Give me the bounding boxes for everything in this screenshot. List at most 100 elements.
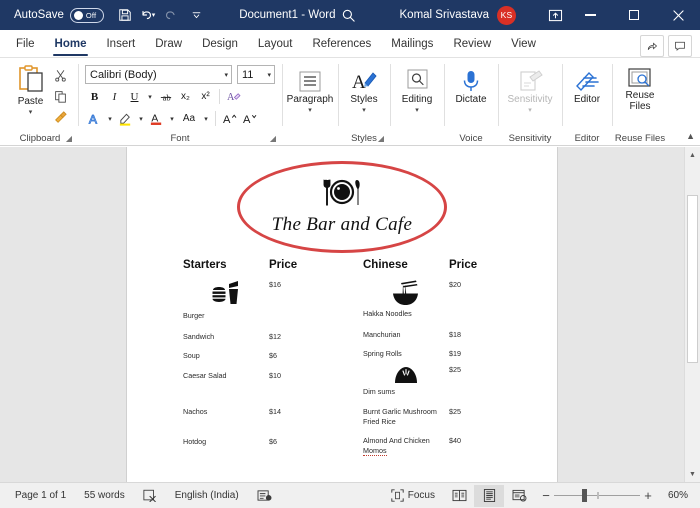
zoom-slider[interactable]: − + [538, 488, 656, 503]
tab-review[interactable]: Review [443, 31, 501, 57]
share-icon[interactable] [640, 35, 664, 57]
tab-view[interactable]: View [501, 31, 546, 57]
autosave-toggle[interactable]: Off [70, 8, 104, 23]
item-name: Spring Rolls [363, 349, 449, 359]
tab-insert[interactable]: Insert [96, 31, 145, 57]
tab-design[interactable]: Design [192, 31, 248, 57]
tab-mailings[interactable]: Mailings [381, 31, 443, 57]
font-name-caret-icon[interactable]: ▾ [224, 71, 228, 79]
font-color-icon[interactable]: A [147, 109, 166, 128]
language-indicator[interactable]: English (India) [166, 483, 248, 508]
editing-dropdown-caret[interactable]: ▾ [415, 107, 419, 114]
zoom-slider-thumb[interactable] [582, 489, 587, 502]
tab-draw[interactable]: Draw [145, 31, 192, 57]
font-group-body: Calibri (Body) ▾ 11 ▾ B I U ▾ ab [85, 61, 275, 130]
clear-formatting-icon[interactable]: A [224, 87, 243, 106]
shrink-font-icon[interactable]: A [240, 109, 259, 128]
clipboard-dialog-launcher-icon[interactable]: ◢ [66, 134, 72, 143]
font-color-caret-icon[interactable]: ▾ [167, 115, 177, 123]
restore-button[interactable] [612, 0, 656, 30]
format-painter-icon[interactable] [51, 108, 70, 127]
focus-mode-button[interactable]: Focus [382, 483, 444, 508]
accessibility-checker-icon[interactable] [248, 483, 281, 508]
dim-sums-price: $25 [449, 365, 489, 374]
change-case-caret-icon[interactable]: ▾ [201, 115, 211, 123]
font-dialog-launcher-icon[interactable]: ◢ [270, 134, 276, 143]
zoom-out-button[interactable]: − [538, 488, 554, 503]
menu-row: Sandwich$12 [183, 332, 363, 342]
styles-dropdown-caret[interactable]: ▾ [362, 107, 366, 114]
read-mode-button[interactable] [444, 485, 474, 507]
styles-button[interactable]: A Styles ▾ [341, 67, 387, 114]
vertical-scrollbar[interactable]: ▲ ▼ [684, 147, 700, 482]
strikethrough-icon[interactable]: ab [156, 87, 175, 106]
dictate-button[interactable]: Dictate [448, 67, 494, 106]
autosave-control[interactable]: AutoSave Off [14, 8, 104, 23]
subscript-button[interactable]: x₂ [176, 87, 195, 106]
minimize-button[interactable] [568, 0, 612, 30]
copy-icon[interactable] [51, 87, 70, 106]
scrollbar-thumb[interactable] [687, 195, 698, 363]
page-info[interactable]: Page 1 of 1 [6, 483, 75, 508]
text-effects-caret-icon[interactable]: ▾ [105, 115, 115, 123]
menu-row: Hakka Noodles [363, 309, 543, 319]
search-icon[interactable] [336, 3, 362, 27]
title-bar: AutoSave Off ▾ Document1 - Word Komal Sr… [0, 0, 700, 30]
save-icon[interactable] [114, 3, 136, 27]
reuse-files-button[interactable]: Reuse Files [615, 65, 665, 112]
cut-scissors-icon[interactable] [51, 66, 70, 85]
sensitivity-dropdown-caret[interactable]: ▾ [528, 107, 532, 114]
editor-button[interactable]: Editor [564, 67, 610, 106]
italic-button[interactable]: I [105, 87, 124, 106]
text-effects-icon[interactable]: A [85, 109, 104, 128]
collapse-ribbon-icon[interactable]: ▲ [686, 131, 695, 141]
change-case-button[interactable]: Aa [178, 109, 200, 128]
dim-sums-hero-row: $25 [363, 365, 543, 385]
paragraph-dropdown-caret[interactable]: ▾ [308, 107, 312, 114]
web-layout-button[interactable] [504, 485, 534, 507]
paragraph-button[interactable]: Paragraph ▾ [287, 69, 333, 114]
paste-button[interactable]: Paste ▾ [11, 63, 51, 116]
autosave-state-label: Off [86, 11, 96, 20]
underline-button[interactable]: U [125, 87, 144, 106]
zoom-level[interactable]: 60% [660, 490, 694, 501]
font-size-caret-icon[interactable]: ▾ [267, 71, 271, 79]
ribbon-display-options-icon[interactable] [542, 3, 568, 27]
editing-button[interactable]: Editing ▾ [394, 67, 440, 114]
font-size-input[interactable]: 11 ▾ [237, 65, 275, 84]
tab-home[interactable]: Home [45, 31, 97, 57]
scroll-down-arrow-icon[interactable]: ▼ [685, 466, 700, 482]
word-count[interactable]: 55 words [75, 483, 134, 508]
highlight-caret-icon[interactable]: ▾ [136, 115, 146, 123]
undo-dropdown-caret[interactable]: ▾ [152, 11, 156, 19]
dictate-label: Dictate [455, 95, 486, 106]
styles-group-label: Styles [351, 133, 377, 144]
tab-file[interactable]: File [6, 31, 45, 57]
print-layout-button[interactable] [474, 485, 504, 507]
scroll-up-arrow-icon[interactable]: ▲ [685, 147, 700, 163]
comments-icon[interactable] [668, 35, 692, 57]
text-highlight-color-icon[interactable] [116, 109, 135, 128]
user-name[interactable]: Komal Srivastava [400, 9, 489, 21]
bold-button[interactable]: B [85, 87, 104, 106]
document-page[interactable]: The Bar and Cafe Starters Price [127, 147, 557, 482]
avatar[interactable]: KS [497, 6, 516, 25]
paste-label: Paste [18, 97, 44, 108]
font-name-input[interactable]: Calibri (Body) ▾ [85, 65, 232, 84]
proofing-errors-icon[interactable] [134, 483, 166, 508]
grow-font-icon[interactable]: A [220, 109, 239, 128]
close-button[interactable] [656, 0, 700, 30]
paste-dropdown-caret[interactable]: ▾ [29, 109, 33, 116]
customize-quick-access-icon[interactable] [185, 3, 207, 27]
chinese-hero-price: $20 [449, 280, 489, 289]
tab-layout[interactable]: Layout [248, 31, 303, 57]
ribbon-group-editor: Editor Editor [562, 58, 612, 146]
superscript-button[interactable]: x² [196, 87, 215, 106]
zoom-slider-track[interactable] [554, 495, 640, 497]
tab-references[interactable]: References [302, 31, 381, 57]
sensitivity-button[interactable]: Sensitivity ▾ [501, 67, 559, 114]
item-price: $6 [269, 351, 309, 361]
styles-dialog-launcher-icon[interactable]: ◢ [378, 134, 384, 143]
underline-caret-icon[interactable]: ▾ [145, 93, 155, 101]
zoom-in-button[interactable]: + [640, 488, 656, 503]
